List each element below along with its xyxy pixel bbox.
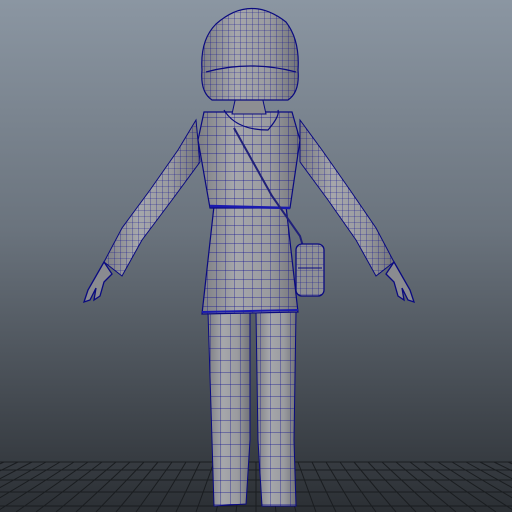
maya-3d-viewport[interactable] (0, 0, 512, 512)
right-leg[interactable] (255, 311, 297, 507)
skirt[interactable] (201, 205, 299, 315)
shoulder-bag[interactable] (295, 243, 325, 297)
viewport-scene[interactable] (0, 0, 512, 512)
left-leg[interactable] (207, 311, 251, 507)
torso[interactable] (197, 109, 301, 210)
